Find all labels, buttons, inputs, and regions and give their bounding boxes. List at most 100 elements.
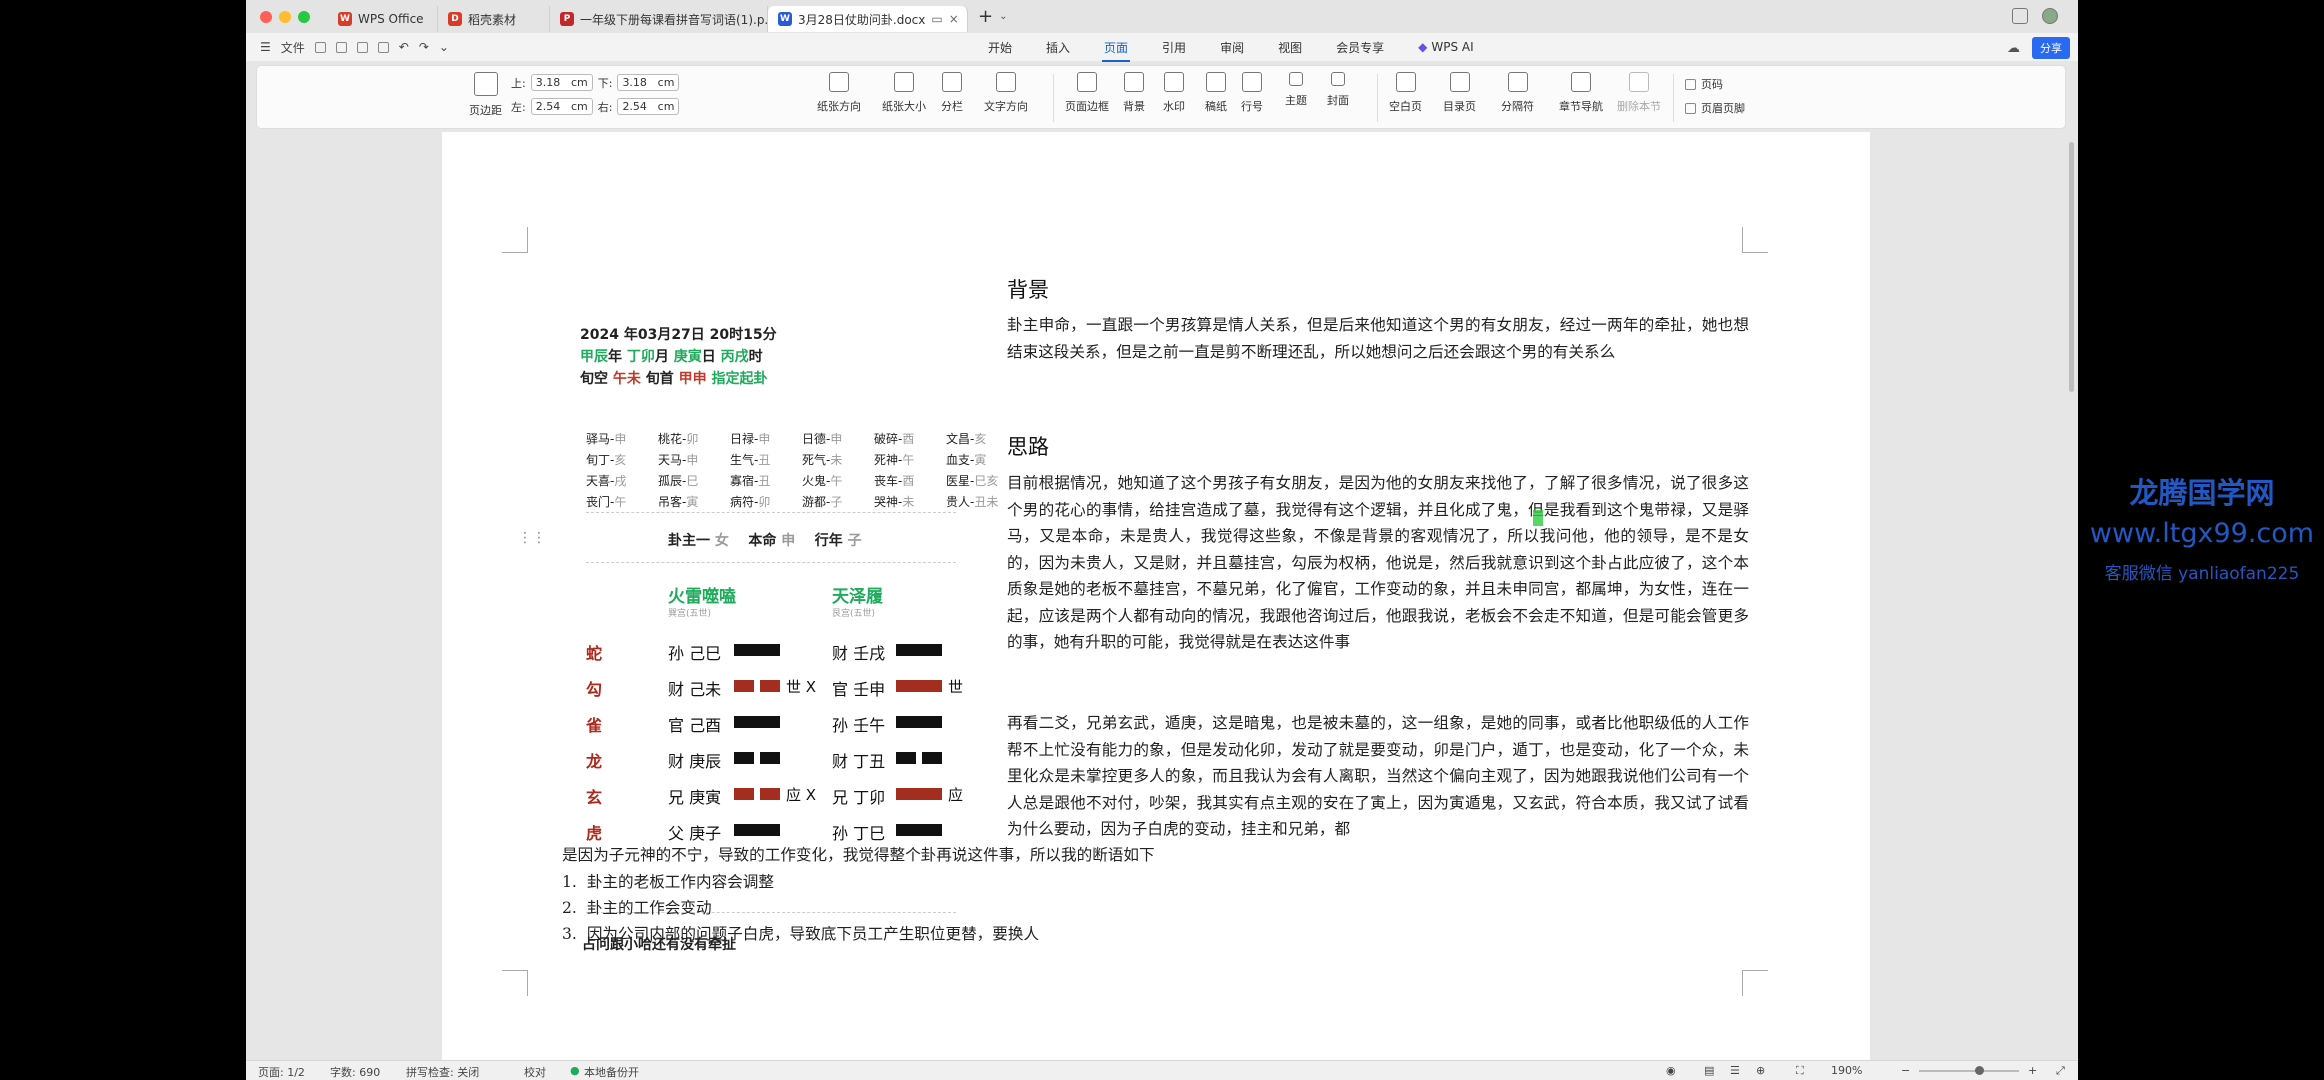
tab-home[interactable]: 开始 [986, 35, 1014, 60]
shensha-value: 申 [614, 432, 627, 446]
tab-wps-ai[interactable]: ◆ WPS AI [1416, 36, 1476, 58]
chart-xunkong: 旬空 午未 旬首 甲申 指定起卦 [580, 368, 768, 388]
zoom-level[interactable]: 190% [1831, 1064, 1862, 1077]
section-nav-button[interactable]: 章节导航 [1559, 72, 1603, 114]
close-window-button[interactable] [260, 10, 272, 23]
page-count[interactable]: 页面: 1/2 [258, 1064, 305, 1080]
shensha-cell: 死神-午 [874, 451, 914, 468]
orientation-button[interactable]: 纸张方向 [817, 72, 861, 114]
toc-page-button[interactable]: 目录页 [1443, 72, 1476, 114]
tab-review[interactable]: 审阅 [1218, 35, 1246, 60]
background-button[interactable]: 背景 [1123, 72, 1145, 114]
margins-button[interactable]: 页边距 [469, 72, 502, 118]
tab-page[interactable]: 页面 [1102, 35, 1131, 62]
export-icon[interactable] [335, 41, 347, 53]
more-chevron-icon[interactable]: ⌄ [439, 40, 449, 54]
cover-button[interactable]: 封面 [1327, 72, 1349, 108]
new-tab-button[interactable]: + [978, 6, 993, 27]
manuscript-button[interactable]: 稿纸 [1205, 72, 1227, 114]
shensha-cell: 寡宿-丑 [730, 472, 770, 489]
share-button[interactable]: 分享 [2032, 37, 2070, 59]
paper-size-button[interactable]: 纸张大小 [882, 72, 926, 114]
eye-protection-icon[interactable]: ◉ [1666, 1064, 1676, 1077]
wps-icon: W [338, 12, 352, 26]
header-footer-label: 页眉页脚 [1701, 102, 1745, 115]
header-footer-button[interactable]: 页眉页脚 [1685, 100, 1745, 116]
theme-label: 主题 [1285, 94, 1307, 107]
tile-view-icon[interactable] [2012, 8, 2028, 24]
shensha-value: 巳 [686, 474, 699, 488]
zoom-in-button[interactable]: + [2028, 1064, 2037, 1077]
minimize-window-button[interactable] [279, 10, 291, 23]
backup-status[interactable]: 本地备份开 [584, 1064, 639, 1080]
print-preview-icon[interactable] [377, 41, 389, 53]
drag-handle-icon[interactable]: ⋮⋮ [518, 530, 546, 546]
fit-screen-icon[interactable]: ⛶ [1796, 1064, 1804, 1078]
proofread-button[interactable]: 校对 [524, 1064, 546, 1080]
tab-view[interactable]: 视图 [1276, 35, 1304, 60]
list-item: 1. 卦主的老板工作内容会调整 [562, 870, 774, 892]
shensha-cell: 医星-巳亥 [946, 472, 998, 489]
margin-left-field[interactable]: 2.54 cm [530, 98, 593, 115]
shensha-label: 死气- [802, 453, 831, 467]
line-number-button[interactable]: 行号 [1241, 72, 1263, 114]
margin-left-row: 左: 2.54 cm 右: 2.54 cm [511, 98, 680, 115]
backup-status-icon: ● [570, 1064, 580, 1077]
spell-check-toggle[interactable]: 拼写检查: 关闭 [406, 1064, 479, 1080]
paper-size-icon [894, 72, 914, 92]
day-label: 日 [701, 349, 721, 365]
chevron-down-icon[interactable]: ⌄ [999, 11, 1007, 22]
columns-button[interactable]: 分栏 [941, 72, 963, 114]
shensha-label: 医星- [946, 474, 975, 488]
zoom-window-button[interactable] [298, 10, 310, 23]
watermark-button[interactable]: 水印 [1163, 72, 1185, 114]
undo-icon[interactable]: ↶ [399, 40, 409, 54]
site-watermark: 龙腾国学网 www.ltgx99.com 客服微信 yanliaofan225 [2080, 470, 2324, 584]
shensha-value: 丑 [758, 453, 771, 467]
margin-right-field[interactable]: 2.54 cm [617, 98, 680, 115]
cloud-icon[interactable]: ☁ [2007, 41, 2020, 56]
delete-section-button[interactable]: 删除本节 [1617, 72, 1661, 114]
page-number-button[interactable]: 页码 [1685, 76, 1723, 92]
redo-icon[interactable]: ↷ [419, 40, 429, 54]
word-count[interactable]: 字数: 690 [330, 1064, 380, 1080]
document-page[interactable]: ⋮⋮ 2024 年03月27日 20时15分 甲辰年 丁卯月 庚寅日 丙戌时 旬… [442, 132, 1870, 1060]
shensha-value: 未 [830, 453, 843, 467]
save-icon[interactable] [314, 41, 326, 53]
cover-label: 封面 [1327, 94, 1349, 107]
zoom-out-button[interactable]: − [1901, 1064, 1910, 1077]
blank-page-button[interactable]: 空白页 [1389, 72, 1422, 114]
theme-button[interactable]: 主题 [1285, 72, 1307, 108]
tab-pdf-file[interactable]: P 一年级下册每课看拼音写词语(1).p... [550, 6, 768, 32]
quick-access-toolbar: ☰ 文件 ↶ ↷ ⌄ [246, 39, 476, 56]
outline-view-icon[interactable]: ☰ [1730, 1064, 1740, 1077]
print-icon[interactable] [356, 41, 368, 53]
page-view-icon[interactable]: ▤ [1704, 1064, 1714, 1077]
web-view-icon[interactable]: ⊕ [1756, 1064, 1765, 1077]
zoom-slider[interactable] [1919, 1066, 2019, 1075]
tab-current-docx[interactable]: W 3月28日仗助问卦.docx ▭ × [768, 6, 968, 32]
text-direction-icon [996, 72, 1016, 92]
tab-references[interactable]: 引用 [1160, 35, 1188, 60]
vertical-scrollbar[interactable] [2069, 142, 2074, 392]
tab-docer-material[interactable]: D 稻壳素材 [438, 6, 550, 32]
crop-mark [1742, 970, 1768, 996]
tab-insert[interactable]: 插入 [1044, 35, 1072, 60]
tab-member[interactable]: 会员专享 [1334, 35, 1386, 60]
window-icon[interactable]: ▭ [931, 12, 942, 26]
close-tab-icon[interactable]: × [949, 12, 959, 26]
avatar[interactable] [2042, 8, 2058, 24]
margin-top-field[interactable]: 3.18 cm [530, 74, 593, 91]
hamburger-menu-icon[interactable]: ☰ [260, 40, 271, 54]
file-menu[interactable]: 文件 [281, 39, 305, 56]
tab-wps-office[interactable]: W WPS Office [328, 6, 438, 32]
shensha-label: 病符- [730, 495, 759, 509]
chart-date: 2024 年03月27日 20时15分 [580, 327, 777, 343]
left-yao-bar [734, 716, 780, 728]
zoom-slider-knob[interactable] [1975, 1066, 1984, 1075]
margin-bottom-field[interactable]: 3.18 cm [617, 74, 680, 91]
page-border-button[interactable]: 页面边框 [1065, 72, 1109, 114]
text-direction-button[interactable]: 文字方向 [984, 72, 1028, 114]
separator-button[interactable]: 分隔符 [1501, 72, 1534, 114]
fullscreen-icon[interactable]: ⤢ [2056, 1064, 2065, 1078]
